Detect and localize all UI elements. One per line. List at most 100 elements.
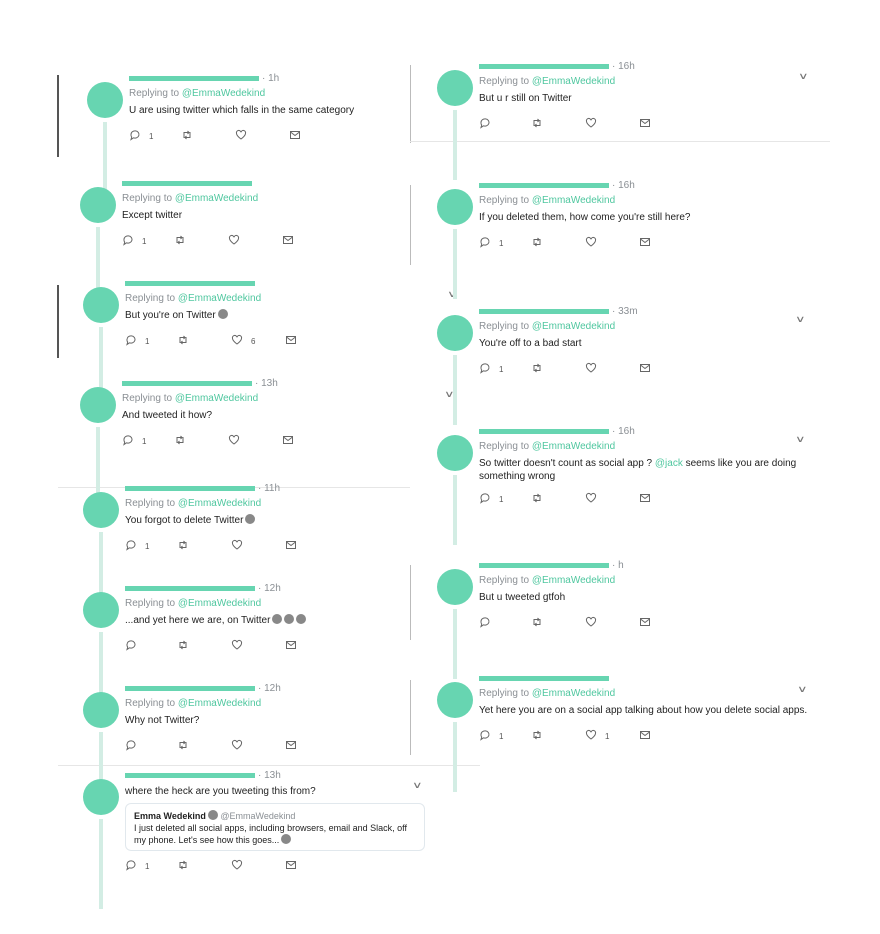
like-button[interactable]: 6 [231, 334, 255, 348]
timestamp[interactable]: · 13h [255, 378, 278, 389]
replying-to-link[interactable]: @EmmaWedekind [178, 293, 261, 304]
avatar[interactable] [83, 592, 119, 628]
like-button[interactable] [585, 362, 605, 376]
replying-to-link[interactable]: @EmmaWedekind [532, 441, 615, 452]
replying-to-link[interactable]: @EmmaWedekind [532, 688, 615, 699]
avatar[interactable] [83, 779, 119, 815]
reply-button[interactable] [479, 117, 499, 131]
reply-button[interactable]: 1 [479, 492, 503, 506]
timestamp[interactable]: · 1h [262, 73, 279, 84]
reply-button[interactable] [125, 739, 145, 753]
timestamp[interactable]: · 13h [258, 770, 281, 781]
reply-button[interactable]: 1 [129, 129, 153, 143]
reply-button[interactable]: 1 [122, 234, 146, 248]
avatar[interactable] [83, 492, 119, 528]
avatar[interactable] [437, 569, 473, 605]
avatar[interactable] [437, 315, 473, 351]
timestamp[interactable]: · 12h [258, 583, 281, 594]
direct-message-button[interactable] [639, 117, 659, 131]
replying-to-link[interactable]: @EmmaWedekind [175, 393, 258, 404]
direct-message-button[interactable] [285, 739, 305, 753]
retweet-button[interactable] [531, 236, 551, 250]
timestamp[interactable]: · 16h [612, 180, 635, 191]
like-button[interactable] [231, 739, 251, 753]
retweet-icon [181, 129, 201, 143]
retweet-button[interactable] [531, 729, 551, 743]
like-button[interactable] [585, 236, 605, 250]
avatar[interactable] [437, 435, 473, 471]
like-button[interactable] [228, 434, 248, 448]
avatar[interactable] [87, 82, 123, 118]
reply-button[interactable]: 1 [125, 334, 149, 348]
avatar[interactable] [437, 682, 473, 718]
reply-button[interactable]: 1 [125, 859, 149, 873]
direct-message-button[interactable] [639, 362, 659, 376]
direct-message-button[interactable] [285, 539, 305, 553]
direct-message-button[interactable] [639, 616, 659, 630]
retweet-button[interactable] [177, 539, 197, 553]
avatar[interactable] [80, 387, 116, 423]
replying-to-link[interactable]: @EmmaWedekind [532, 76, 615, 87]
retweet-button[interactable] [177, 739, 197, 753]
direct-message-button[interactable] [285, 639, 305, 653]
like-button[interactable]: 1 [585, 729, 609, 743]
timestamp[interactable]: · h [612, 560, 624, 571]
direct-message-button[interactable] [639, 729, 659, 743]
like-button[interactable] [228, 234, 248, 248]
avatar[interactable] [83, 692, 119, 728]
direct-message-button[interactable] [282, 434, 302, 448]
mention-link[interactable]: @jack [655, 458, 683, 469]
retweet-button[interactable] [174, 234, 194, 248]
quoted-tweet[interactable]: Emma Wedekind @EmmaWedekind I just delete… [125, 803, 425, 851]
like-button[interactable] [585, 616, 605, 630]
replying-to-link[interactable]: @EmmaWedekind [182, 88, 265, 99]
chevron-down-icon[interactable]: ∨ [798, 71, 809, 82]
direct-message-button[interactable] [285, 859, 305, 873]
direct-message-button[interactable] [289, 129, 309, 143]
reply-button[interactable] [479, 616, 499, 630]
like-button[interactable] [585, 117, 605, 131]
retweet-button[interactable] [531, 362, 551, 376]
timestamp[interactable]: · 16h [612, 426, 635, 437]
avatar[interactable] [437, 189, 473, 225]
tweet-header [122, 178, 255, 189]
like-button[interactable] [235, 129, 255, 143]
replying-to-link[interactable]: @EmmaWedekind [175, 193, 258, 204]
reply-button[interactable]: 1 [479, 729, 503, 743]
retweet-button[interactable] [531, 492, 551, 506]
replying-to-link[interactable]: @EmmaWedekind [178, 698, 261, 709]
avatar[interactable] [80, 187, 116, 223]
retweet-button[interactable] [531, 117, 551, 131]
timestamp[interactable]: · 33m [612, 306, 638, 317]
replying-to-link[interactable]: @EmmaWedekind [532, 575, 615, 586]
direct-message-button[interactable] [282, 234, 302, 248]
retweet-button[interactable] [531, 616, 551, 630]
timestamp[interactable]: · 16h [612, 61, 635, 72]
chevron-down-icon[interactable]: ∨ [797, 684, 808, 695]
retweet-button[interactable] [177, 334, 197, 348]
like-button[interactable] [231, 539, 251, 553]
retweet-button[interactable] [177, 639, 197, 653]
reply-button[interactable]: 1 [479, 362, 503, 376]
replying-to-link[interactable]: @EmmaWedekind [178, 498, 261, 509]
reply-button[interactable] [125, 639, 145, 653]
direct-message-button[interactable] [639, 236, 659, 250]
direct-message-button[interactable] [639, 492, 659, 506]
like-button[interactable] [585, 492, 605, 506]
retweet-button[interactable] [174, 434, 194, 448]
avatar[interactable] [83, 287, 119, 323]
like-button[interactable] [231, 639, 251, 653]
timestamp[interactable]: · 12h [258, 683, 281, 694]
retweet-button[interactable] [177, 859, 197, 873]
direct-message-button[interactable] [285, 334, 305, 348]
replying-to-link[interactable]: @EmmaWedekind [532, 321, 615, 332]
replying-to-link[interactable]: @EmmaWedekind [532, 195, 615, 206]
retweet-button[interactable] [181, 129, 201, 143]
reply-button[interactable]: 1 [479, 236, 503, 250]
replying-to-link[interactable]: @EmmaWedekind [178, 598, 261, 609]
reply-button[interactable]: 1 [125, 539, 149, 553]
reply-button[interactable]: 1 [122, 434, 146, 448]
timestamp[interactable]: · 11h [258, 483, 280, 494]
like-button[interactable] [231, 859, 251, 873]
avatar[interactable] [437, 70, 473, 106]
